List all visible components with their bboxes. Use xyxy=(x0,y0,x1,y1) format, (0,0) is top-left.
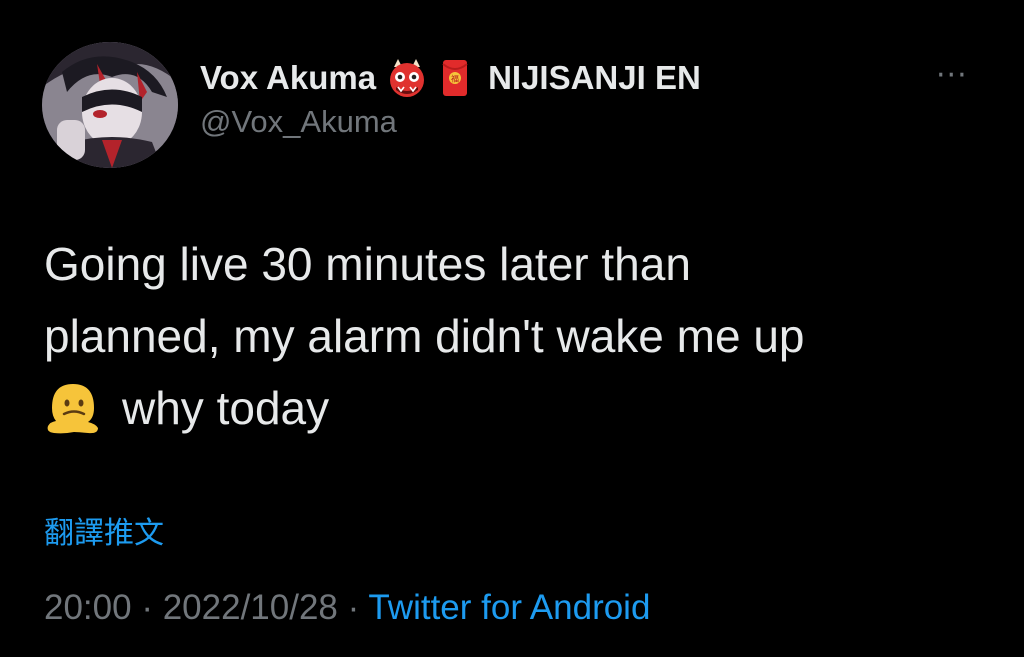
author-affiliation: NIJISANJI EN xyxy=(488,59,701,96)
author-avatar[interactable] xyxy=(42,42,178,168)
tweet-text: Going live 30 minutes later than planned… xyxy=(44,228,994,444)
tweet-time[interactable]: 20:00 xyxy=(44,588,132,627)
tweet-line-3-text: why today xyxy=(122,382,330,434)
red-envelope-icon: 福 xyxy=(442,60,468,96)
meta-separator: · xyxy=(131,588,163,627)
tweet-line-2: planned, my alarm didn't wake me up xyxy=(44,310,805,362)
avatar-image xyxy=(42,42,178,168)
author-handle[interactable]: @Vox_Akuma xyxy=(200,104,397,140)
tweet-source-link[interactable]: Twitter for Android xyxy=(368,588,650,627)
svg-text:福: 福 xyxy=(451,75,459,84)
translate-tweet-link[interactable]: 翻譯推文 xyxy=(44,508,164,552)
meta-separator-2: · xyxy=(337,588,369,627)
tweet-line-3: why today xyxy=(44,372,994,444)
tweet-line-1: Going live 30 minutes later than xyxy=(44,238,691,290)
melting-face-icon xyxy=(47,384,98,434)
ogre-icon xyxy=(390,59,425,97)
author-name-row: Vox Akuma 福 NIJISANJI EN xyxy=(200,56,701,100)
tweet-metadata: 20:00 · 2022/10/28 · Twitter for Android xyxy=(44,588,650,628)
more-options-icon[interactable]: ··· xyxy=(936,61,968,91)
tweet-date[interactable]: 2022/10/28 xyxy=(163,588,338,627)
author-display-name[interactable]: Vox Akuma xyxy=(200,59,376,97)
